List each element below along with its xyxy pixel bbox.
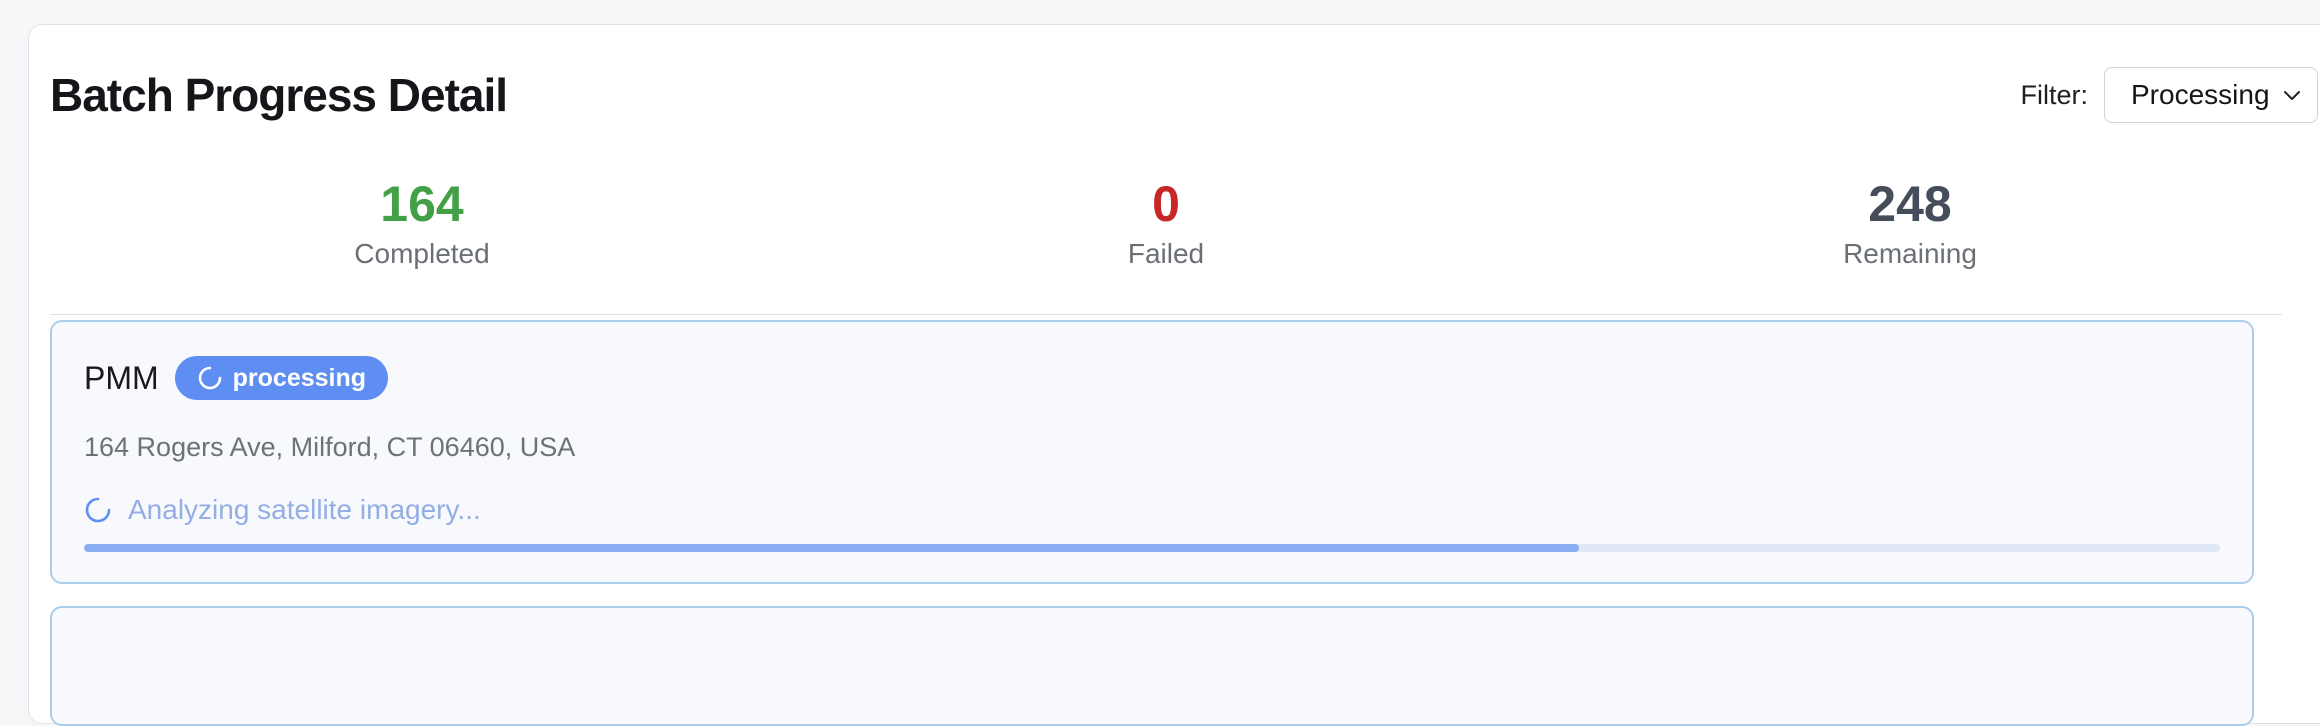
spinner-icon — [85, 497, 111, 523]
chevron-down-icon — [2284, 91, 2300, 100]
status-badge-label: processing — [232, 363, 367, 392]
job-progress-fill — [84, 544, 1580, 552]
filter-label: Filter: — [2020, 79, 2089, 110]
spinner-icon — [198, 366, 221, 390]
job-card[interactable]: PMM processing 164 Rogers Ave, Milford, … — [50, 320, 2254, 584]
stat-completed: 164 Completed — [50, 176, 794, 286]
job-address: 164 Rogers Ave, Milford, CT 06460, USA — [84, 432, 576, 462]
stat-completed-label: Completed — [354, 238, 490, 269]
status-badge: processing — [174, 356, 389, 400]
stat-failed-label: Failed — [1127, 238, 1205, 269]
stat-failed: 0 Failed — [794, 176, 1538, 286]
filter-control: Filter: Processing — [2020, 67, 2318, 123]
job-card-next[interactable] — [50, 606, 2254, 726]
page-title: Batch Progress Detail — [50, 69, 508, 121]
job-progress-bar — [84, 544, 2220, 552]
job-header: PMM processing — [84, 356, 389, 400]
job-status: Analyzing satellite imagery... — [84, 494, 481, 526]
stat-remaining-value: 248 — [1868, 176, 1952, 232]
stats-row: 164 Completed 0 Failed 248 Remaining — [50, 176, 2282, 286]
filter-selected-value: Processing — [2131, 79, 2270, 110]
stats-divider — [50, 314, 2282, 315]
panel-header: Batch Progress Detail Filter: Processing — [50, 50, 2318, 140]
job-status-text: Analyzing satellite imagery... — [128, 494, 481, 525]
stat-failed-value: 0 — [1152, 176, 1180, 232]
filter-select[interactable]: Processing — [2104, 67, 2318, 123]
stat-remaining-label: Remaining — [1843, 238, 1977, 269]
stat-completed-value: 164 — [380, 176, 464, 232]
job-name: PMM — [84, 359, 159, 396]
stat-remaining: 248 Remaining — [1538, 176, 2282, 286]
